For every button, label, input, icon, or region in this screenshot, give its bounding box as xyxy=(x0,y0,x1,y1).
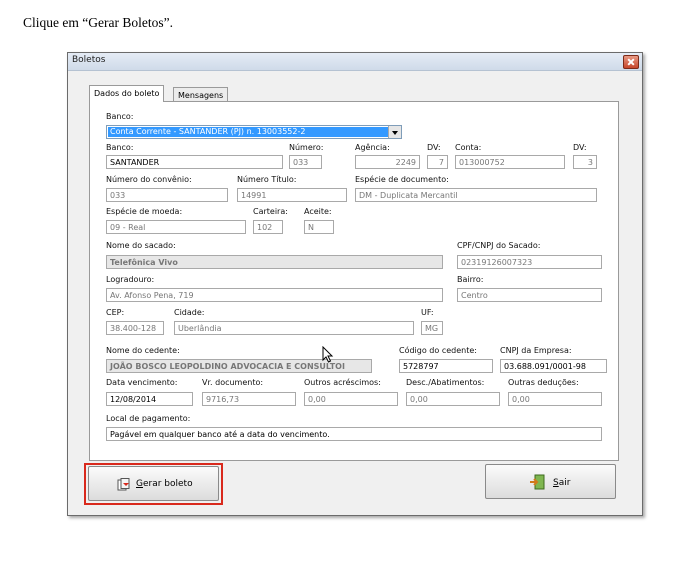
agencia-field[interactable]: 2249 xyxy=(355,155,420,169)
codigo-cedente-label: Código do cedente: xyxy=(399,346,477,355)
especie-doc-field[interactable]: DM - Duplicata Mercantil xyxy=(355,188,597,202)
aceite-field[interactable]: N xyxy=(304,220,334,234)
window-title: Boletos xyxy=(72,55,106,65)
sair-label: Sair xyxy=(553,478,571,488)
dv-conta-field[interactable]: 3 xyxy=(573,155,597,169)
banco-select-value: Conta Corrente - SANTANDER (PJ) n. 13003… xyxy=(108,127,388,137)
num-titulo-field[interactable]: 14991 xyxy=(237,188,347,202)
especie-moeda-field[interactable]: 09 - Real xyxy=(106,220,246,234)
cidade-label: Cidade: xyxy=(174,308,205,317)
tab-mensagens[interactable]: Mensagens xyxy=(173,87,229,102)
vr-documento-field[interactable]: 9716,73 xyxy=(202,392,296,406)
cep-label: CEP: xyxy=(106,308,125,317)
conta-label: Conta: xyxy=(455,143,482,152)
outras-deducoes-label: Outras deduções: xyxy=(508,378,579,387)
outros-acrescimos-label: Outros acréscimos: xyxy=(304,378,381,387)
bairro-label: Bairro: xyxy=(457,275,484,284)
tab-dados-do-boleto[interactable]: Dados do boleto xyxy=(89,85,165,102)
local-pagamento-field[interactable]: Pagável em qualquer banco até a data do … xyxy=(106,427,602,441)
nome-sacado-field[interactable]: Telefônica Vivo xyxy=(106,255,443,269)
banco-select-label: Banco: xyxy=(106,112,134,121)
nome-sacado-label: Nome do sacado: xyxy=(106,241,176,250)
uf-field[interactable]: MG xyxy=(421,321,443,335)
uf-label: UF: xyxy=(421,308,434,317)
dv-conta-label: DV: xyxy=(573,143,587,152)
tab-panel-dados: Banco: Conta Corrente - SANTANDER (PJ) n… xyxy=(89,101,619,461)
carteira-label: Carteira: xyxy=(253,207,288,216)
window-titlebar[interactable]: Boletos xyxy=(68,53,642,71)
cidade-field[interactable]: Uberlândia xyxy=(174,321,414,335)
num-convenio-field[interactable]: 033 xyxy=(106,188,228,202)
cpf-sacado-label: CPF/CNPJ do Sacado: xyxy=(457,241,541,250)
boletos-window: Boletos Dados do boleto Mensagens Banco:… xyxy=(67,52,643,516)
aceite-label: Aceite: xyxy=(304,207,332,216)
nome-cedente-label: Nome do cedente: xyxy=(106,346,180,355)
desc-abatimentos-field[interactable]: 0,00 xyxy=(406,392,500,406)
dv-agencia-label: DV: xyxy=(427,143,441,152)
agencia-label: Agência: xyxy=(355,143,390,152)
carteira-field[interactable]: 102 xyxy=(253,220,283,234)
exit-door-icon xyxy=(530,474,545,490)
outras-deducoes-field[interactable]: 0,00 xyxy=(508,392,602,406)
conta-field[interactable]: 013000752 xyxy=(455,155,565,169)
especie-doc-label: Espécie de documento: xyxy=(355,175,449,184)
cep-field[interactable]: 38.400-128 xyxy=(106,321,164,335)
data-vencimento-label: Data vencimento: xyxy=(106,378,178,387)
bairro-field[interactable]: Centro xyxy=(457,288,602,302)
close-icon[interactable] xyxy=(623,55,639,69)
dv-agencia-field[interactable]: 7 xyxy=(427,155,448,169)
num-convenio-label: Número do convênio: xyxy=(106,175,192,184)
data-vencimento-field[interactable]: 12/08/2014 xyxy=(106,392,193,406)
logradouro-field[interactable]: Av. Afonso Pena, 719 xyxy=(106,288,443,302)
desc-abatimentos-label: Desc./Abatimentos: xyxy=(406,378,485,387)
vr-documento-label: Vr. documento: xyxy=(202,378,264,387)
numero-label: Número: xyxy=(289,143,324,152)
mouse-pointer-icon xyxy=(322,346,334,363)
cnpj-empresa-label: CNPJ da Empresa: xyxy=(500,346,572,355)
chevron-down-icon[interactable] xyxy=(388,126,401,138)
gerar-boleto-highlight xyxy=(84,463,223,505)
banco-label: Banco: xyxy=(106,143,134,152)
banco-field[interactable]: SANTANDER xyxy=(106,155,283,169)
cnpj-empresa-field[interactable]: 03.688.091/0001-98 xyxy=(500,359,607,373)
logradouro-label: Logradouro: xyxy=(106,275,155,284)
numero-field[interactable]: 033 xyxy=(289,155,322,169)
especie-moeda-label: Espécie de moeda: xyxy=(106,207,183,216)
codigo-cedente-field[interactable]: 5728797 xyxy=(399,359,493,373)
num-titulo-label: Número Título: xyxy=(237,175,297,184)
instruction-text: Clique em “Gerar Boletos”. xyxy=(23,15,173,30)
cpf-sacado-field[interactable]: 02319126007323 xyxy=(457,255,602,269)
outros-acrescimos-field[interactable]: 0,00 xyxy=(304,392,398,406)
banco-select[interactable]: Conta Corrente - SANTANDER (PJ) n. 13003… xyxy=(106,125,402,139)
local-pagamento-label: Local de pagamento: xyxy=(106,414,191,423)
sair-button[interactable]: Sair xyxy=(485,464,616,499)
